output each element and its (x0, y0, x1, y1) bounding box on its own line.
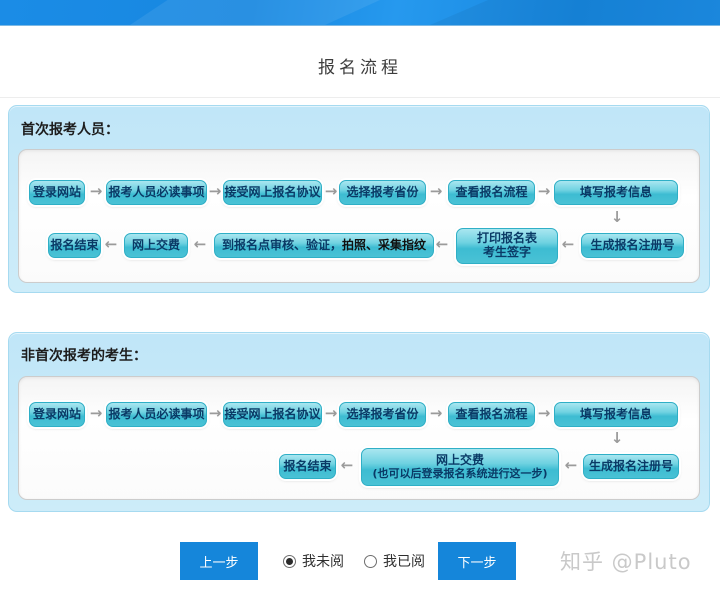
arrow-right-icon: → (322, 406, 340, 421)
flow-step-must-read: 报考人员必读事项 (106, 180, 207, 205)
arrow-right-icon: → (322, 184, 340, 199)
arrow-left-icon: ← (559, 237, 577, 252)
flowchart-first-time: 登录网站 → 报考人员必读事项 → 接受网上报名协议 → 选择报考省份 → 查看… (18, 149, 700, 283)
next-step-button[interactable]: 下一步 (438, 542, 516, 580)
flow-step-view-process: 查看报名流程 (448, 180, 535, 205)
arrow-right-icon: → (87, 406, 105, 421)
page-title: 报名流程 (0, 53, 720, 78)
panel-returning-title: 非首次报考的考生： (21, 345, 147, 365)
arrow-right-icon: → (427, 184, 445, 199)
radio-read-dot (367, 558, 374, 565)
flow-step-agreement: 接受网上报名协议 (223, 180, 322, 205)
previous-step-button[interactable]: 上一步 (180, 542, 258, 580)
top-banner (0, 0, 720, 26)
watermark: 知乎 @Pluto (560, 546, 692, 576)
arrow-right-icon: → (535, 184, 553, 199)
radio-read-label[interactable]: 我已阅 (383, 551, 425, 571)
flow-step-print-sign-line2: 考生签字 (483, 246, 531, 260)
radio-unread-label[interactable]: 我未阅 (302, 551, 344, 571)
arrow-right-icon: → (535, 406, 553, 421)
arrow-left-icon: ← (102, 237, 120, 252)
flow-step-onsite-verify: 到报名点审核、验证，拍照、采集指纹 (214, 233, 434, 258)
flow-step-onsite-verify-text: 到报名点审核、验证，拍照、采集指纹 (222, 239, 426, 253)
radio-read-circle[interactable] (364, 555, 377, 568)
panel-first-time: 首次报考人员： 登录网站 → 报考人员必读事项 → 接受网上报名协议 → 选择报… (8, 105, 710, 293)
banner-decor-shape (130, 0, 380, 25)
arrow-left-icon: ← (191, 237, 209, 252)
arrow-right-icon: → (87, 184, 105, 199)
flow-step-pay-online: 网上交费 (124, 233, 188, 258)
flow-step-generate-number: 生成报名注册号 (581, 233, 684, 258)
flow-step-login: 登录网站 (29, 180, 85, 205)
radio-option-unread[interactable]: 我未阅 (283, 551, 344, 571)
arrow-right-icon: → (206, 184, 224, 199)
arrow-right-icon: → (427, 406, 445, 421)
flow-step-pay-online-optional: 网上交费 (也可以后登录报名系统进行这一步) (361, 448, 559, 486)
flowchart-returning: 登录网站 → 报考人员必读事项 → 接受网上报名协议 → 选择报考省份 → 查看… (18, 376, 700, 500)
flow-step-pay-line1: 网上交费 (436, 454, 484, 468)
flow-step-fill-info: 填写报考信息 (554, 180, 678, 205)
flow-step-must-read: 报考人员必读事项 (106, 402, 207, 427)
arrow-left-icon: ← (562, 458, 580, 473)
flow-step-finish: 报名结束 (279, 454, 336, 479)
page: 报名流程 首次报考人员： 登录网站 → 报考人员必读事项 → 接受网上报名协议 … (0, 0, 720, 591)
flow-step-login: 登录网站 (29, 402, 85, 427)
radio-unread-circle[interactable] (283, 555, 296, 568)
arrow-down-icon: ↓ (608, 210, 626, 225)
banner-decor-shape (430, 0, 720, 25)
header-divider (0, 97, 720, 98)
flow-step-print-sign-line1: 打印报名表 (477, 232, 537, 246)
arrow-left-icon: ← (433, 237, 451, 252)
panel-returning: 非首次报考的考生： 登录网站 → 报考人员必读事项 → 接受网上报名协议 → 选… (8, 332, 710, 512)
radio-unread-dot (286, 558, 293, 565)
arrow-left-icon: ← (338, 458, 356, 473)
flow-step-agreement: 接受网上报名协议 (223, 402, 322, 427)
flow-step-fill-info: 填写报考信息 (554, 402, 678, 427)
radio-option-read[interactable]: 我已阅 (364, 551, 425, 571)
arrow-down-icon: ↓ (608, 431, 626, 446)
read-status-radio-group: 我未阅 我已阅 (283, 542, 425, 580)
flow-step-province: 选择报考省份 (339, 402, 426, 427)
flow-step-finish: 报名结束 (48, 233, 101, 258)
panel-first-time-title: 首次报考人员： (21, 119, 119, 139)
flow-step-province: 选择报考省份 (339, 180, 426, 205)
flow-step-print-sign: 打印报名表 考生签字 (456, 228, 558, 264)
verify-bold-text: 拍照、采集指纹 (342, 238, 426, 252)
flow-step-view-process: 查看报名流程 (448, 402, 535, 427)
arrow-right-icon: → (206, 406, 224, 421)
flow-step-generate-number: 生成报名注册号 (583, 454, 679, 479)
flow-step-pay-line2: (也可以后登录报名系统进行这一步) (372, 468, 547, 481)
verify-normal-text: 到报名点审核、验证， (222, 238, 342, 252)
